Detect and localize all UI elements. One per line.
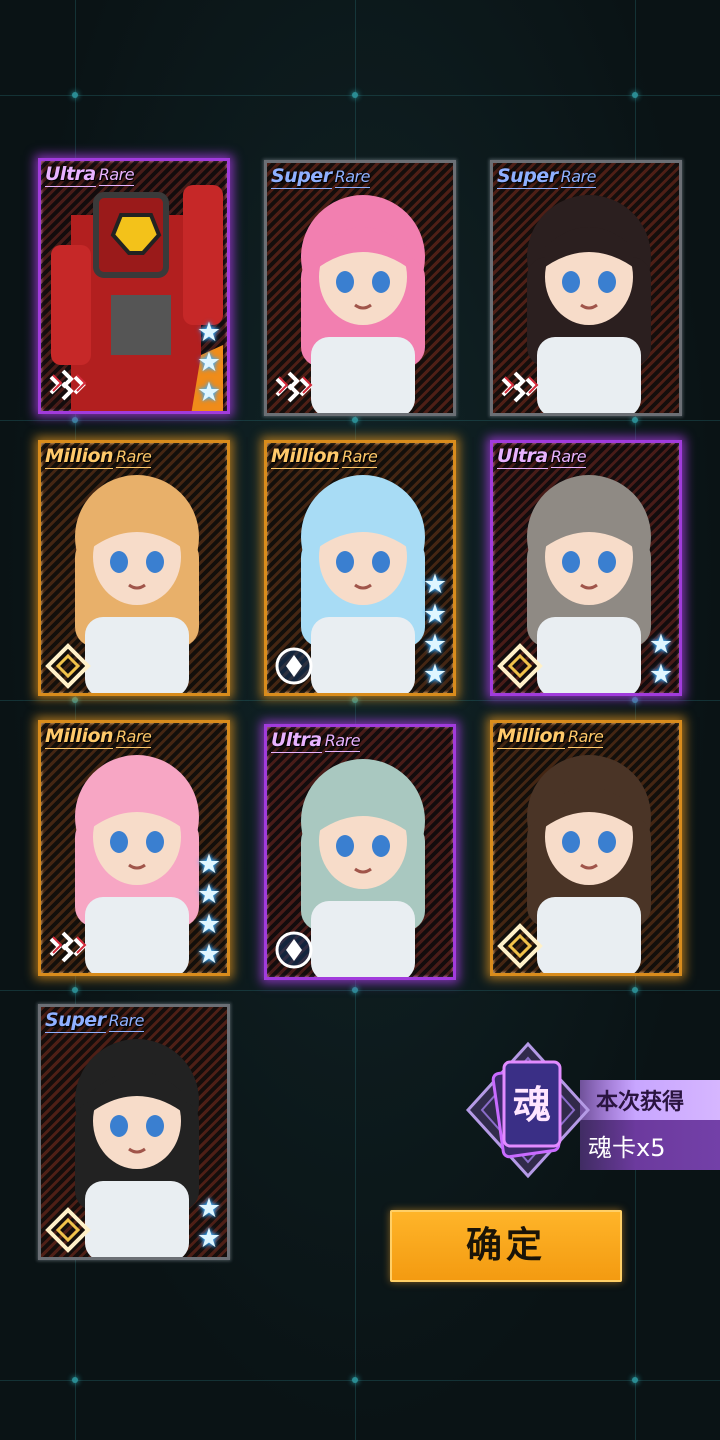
- character-card[interactable]: Ultra Rare ★ ★ ★: [38, 158, 230, 414]
- grid-node: [632, 987, 638, 993]
- diamond-icon: [45, 643, 91, 689]
- rarity-suffix: Rare: [568, 727, 604, 748]
- grid-node: [72, 92, 78, 98]
- grid-line-horizontal: [0, 420, 720, 421]
- rarity-label: Million Rare: [45, 445, 152, 469]
- star-icon: ★: [196, 879, 222, 910]
- triple-chevron-icon: [45, 923, 91, 969]
- soul-glyph: 魂: [513, 1083, 551, 1127]
- diamond-icon: [497, 643, 543, 689]
- grid-node: [632, 92, 638, 98]
- grid-node: [72, 417, 78, 423]
- character-card[interactable]: Million Rare: [38, 440, 230, 696]
- grid-node: [72, 697, 78, 703]
- character-card[interactable]: Super Rare: [490, 160, 682, 416]
- star-icon: ★: [422, 599, 448, 630]
- rarity-word: Super: [271, 165, 332, 189]
- rarity-suffix: Rare: [560, 167, 596, 188]
- grid-node: [352, 1377, 358, 1383]
- star-icon: ★: [196, 849, 222, 880]
- grid-line-horizontal: [0, 990, 720, 991]
- rarity-suffix: Rare: [116, 447, 152, 468]
- soul-reward-amount: 魂卡x5: [588, 1134, 666, 1162]
- grid-node: [72, 1377, 78, 1383]
- star-rating: ★ ★ ★ ★: [421, 571, 449, 689]
- rarity-label: Ultra Rare: [497, 445, 587, 469]
- star-rating: ★ ★ ★ ★: [195, 851, 223, 969]
- confirm-button[interactable]: 确定: [390, 1210, 622, 1282]
- rarity-word: Million: [45, 445, 114, 469]
- rarity-word: Million: [45, 725, 114, 749]
- rarity-word: Million: [271, 445, 340, 469]
- diamond-icon: [45, 1207, 91, 1253]
- character-card[interactable]: Super Rare: [264, 160, 456, 416]
- rarity-suffix: Rare: [342, 447, 378, 468]
- rarity-label: Million Rare: [497, 725, 604, 749]
- rarity-suffix: Rare: [334, 167, 370, 188]
- star-rating: ★ ★: [647, 631, 675, 689]
- character-card[interactable]: Ultra Rare ★ ★: [490, 440, 682, 696]
- rarity-label: Million Rare: [271, 445, 378, 469]
- soul-reward-title: 本次获得: [596, 1090, 685, 1115]
- grid-node: [352, 987, 358, 993]
- star-icon: ★: [422, 659, 448, 690]
- star-icon: ★: [648, 629, 674, 660]
- star-icon: ★: [648, 659, 674, 690]
- grid-node: [632, 1377, 638, 1383]
- triple-chevron-icon: [45, 361, 91, 407]
- soul-card-icon: 魂: [465, 1041, 590, 1179]
- character-card[interactable]: Million Rare ★ ★ ★ ★: [264, 440, 456, 696]
- rarity-label: Ultra Rare: [271, 729, 361, 753]
- star-rating: ★ ★: [195, 1195, 223, 1253]
- grid-node: [352, 697, 358, 703]
- star-icon: ★: [196, 347, 222, 378]
- circle-icon: [271, 927, 317, 973]
- star-icon: ★: [196, 1223, 222, 1254]
- rarity-suffix: Rare: [116, 727, 152, 748]
- star-icon: ★: [196, 377, 222, 408]
- grid-node: [632, 697, 638, 703]
- star-rating: ★ ★ ★: [195, 319, 223, 407]
- star-icon: ★: [422, 569, 448, 600]
- rarity-suffix: Rare: [324, 731, 361, 752]
- rarity-word: Ultra: [497, 445, 548, 469]
- circle-icon: [271, 643, 317, 689]
- rarity-word: Million: [497, 725, 566, 749]
- rarity-suffix: Rare: [550, 447, 587, 468]
- character-card[interactable]: Ultra Rare: [264, 724, 456, 980]
- soul-reward-panel: 魂 本次获得 魂卡x5: [460, 1040, 720, 1180]
- star-icon: ★: [196, 317, 222, 348]
- triple-chevron-icon: [271, 363, 317, 409]
- rarity-word: Ultra: [45, 163, 96, 187]
- diamond-icon: [497, 923, 543, 969]
- star-icon: ★: [196, 939, 222, 970]
- grid-node: [632, 417, 638, 423]
- star-icon: ★: [422, 629, 448, 660]
- grid-line-horizontal: [0, 95, 720, 96]
- rarity-word: Super: [497, 165, 558, 189]
- rarity-label: Super Rare: [45, 1009, 144, 1033]
- rarity-suffix: Rare: [108, 1011, 144, 1032]
- grid-line-horizontal: [0, 700, 720, 701]
- rarity-word: Super: [45, 1009, 106, 1033]
- grid-node: [72, 987, 78, 993]
- rarity-label: Ultra Rare: [45, 163, 135, 187]
- rarity-label: Super Rare: [271, 165, 370, 189]
- grid-node: [352, 92, 358, 98]
- character-card[interactable]: Million Rare ★ ★ ★ ★: [38, 720, 230, 976]
- rarity-suffix: Rare: [98, 165, 135, 186]
- grid-node: [352, 417, 358, 423]
- star-icon: ★: [196, 909, 222, 940]
- character-card[interactable]: Million Rare: [490, 720, 682, 976]
- rarity-label: Super Rare: [497, 165, 596, 189]
- rarity-word: Ultra: [271, 729, 322, 753]
- star-icon: ★: [196, 1193, 222, 1224]
- triple-chevron-icon: [497, 363, 543, 409]
- grid-line-horizontal: [0, 1380, 720, 1381]
- rarity-label: Million Rare: [45, 725, 152, 749]
- character-card[interactable]: Super Rare ★ ★: [38, 1004, 230, 1260]
